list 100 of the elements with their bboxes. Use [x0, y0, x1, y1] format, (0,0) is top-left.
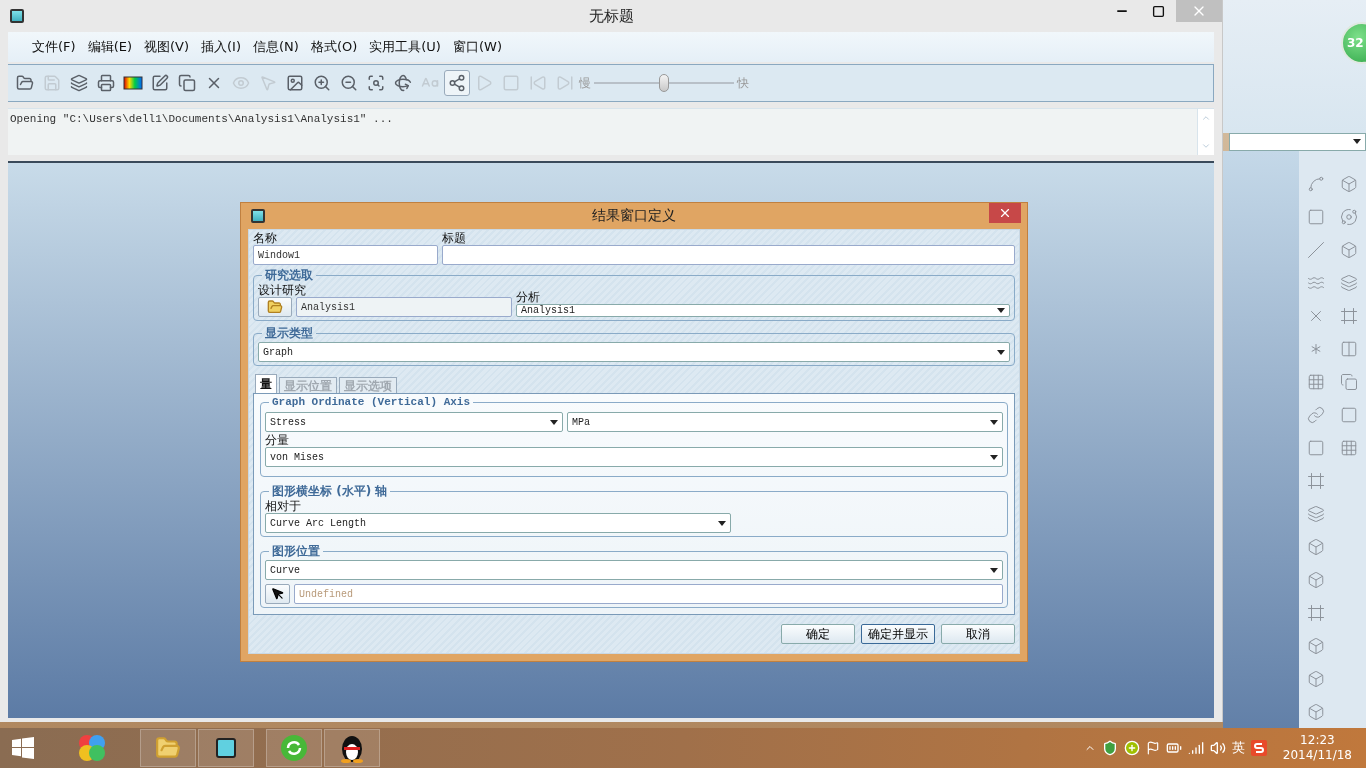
grid-icon[interactable]: [1340, 438, 1359, 457]
sogou-icon[interactable]: [1250, 740, 1267, 756]
menu-item[interactable]: 窗口(W): [446, 38, 508, 56]
menu-item[interactable]: 实用工具(U): [363, 38, 447, 56]
rainbow-icon: [123, 76, 143, 90]
name-field[interactable]: Window1: [253, 245, 438, 265]
open-folder-icon: [267, 299, 283, 315]
flag-icon[interactable]: [1145, 741, 1160, 755]
group-title: 图形位置: [271, 543, 321, 560]
open-folder-icon: [16, 74, 34, 92]
slow-label: 慢: [579, 74, 591, 92]
dialog-button[interactable]: 取消: [941, 624, 1015, 644]
box-icon[interactable]: [1306, 570, 1325, 589]
colorful-circles-icon[interactable]: [76, 732, 108, 764]
menu-item[interactable]: 视图(V): [138, 38, 196, 56]
caret-icon: [718, 520, 726, 526]
battery-icon[interactable]: [1165, 740, 1182, 756]
signal-icon[interactable]: [1187, 740, 1204, 756]
dropdown[interactable]: Curve Arc Length: [265, 513, 731, 533]
field-label: 名称: [253, 232, 278, 245]
windows-icon[interactable]: [12, 737, 34, 759]
dropdown[interactable]: Stress: [265, 412, 563, 432]
field-label: 分量: [265, 434, 290, 447]
box-icon[interactable]: [1340, 240, 1359, 259]
time-text: 12:23: [1300, 733, 1335, 748]
menu-item[interactable]: 插入(I): [195, 38, 247, 56]
zoom-in-icon: [313, 74, 331, 92]
speaker-icon[interactable]: [1209, 740, 1226, 756]
square-icon[interactable]: [1306, 438, 1325, 457]
dialog-button[interactable]: 确定并显示: [861, 624, 935, 644]
output-text: Opening "C:\Users\dell1\Documents\Analysis1\Analysis1" ...: [9, 112, 394, 127]
clock[interactable]: 12:23 2014/11/18: [1282, 733, 1352, 763]
refresh-circle-icon: [280, 734, 308, 762]
skip-back-icon: [529, 74, 547, 92]
taskbar-button[interactable]: [324, 729, 380, 767]
pointer-icon: [259, 74, 277, 92]
caret-icon: [990, 419, 998, 425]
columns-icon[interactable]: [1340, 339, 1359, 358]
window-title: 无标题: [588, 6, 634, 26]
copy-icon[interactable]: [1340, 372, 1359, 391]
eye-icon: [232, 74, 250, 92]
link-icon[interactable]: [1306, 405, 1325, 424]
folder-icon: [155, 735, 181, 761]
fast-label: 快: [737, 74, 749, 92]
tab[interactable]: 量: [255, 374, 277, 394]
dropdown[interactable]: Analysis1: [516, 304, 1010, 317]
square-icon[interactable]: [1340, 405, 1359, 424]
dialog-button[interactable]: 确定: [781, 624, 855, 644]
dropdown[interactable]: von Mises: [265, 447, 1003, 467]
image-icon: [286, 74, 304, 92]
layers-icon[interactable]: [1306, 504, 1325, 523]
dropdown[interactable]: MPa: [567, 412, 1003, 432]
menu-item[interactable]: 文件(F): [26, 38, 82, 56]
curve-icon[interactable]: [1306, 174, 1325, 193]
group-title: 图形横坐标 (水平) 轴: [271, 483, 389, 500]
save-icon: [43, 74, 61, 92]
scroll-down-icon[interactable]: [1201, 141, 1211, 151]
layers-icon[interactable]: [1340, 273, 1359, 292]
menu-item[interactable]: 格式(O): [304, 38, 364, 56]
taskbar-button[interactable]: [198, 729, 254, 767]
field-label: 相对于: [265, 500, 302, 513]
print-icon: [97, 74, 115, 92]
skip-forward-icon: [556, 74, 574, 92]
input-method-indicator[interactable]: 英: [1231, 739, 1245, 757]
group-title: Graph Ordinate (Vertical) Axis: [271, 396, 472, 408]
field-label: 分析: [516, 291, 541, 304]
dropdown[interactable]: Curve: [265, 560, 1003, 580]
selection-field[interactable]: Undefined: [294, 584, 1003, 604]
line-icon[interactable]: [1306, 240, 1325, 259]
stop-icon: [502, 74, 520, 92]
close-button[interactable]: [989, 203, 1021, 223]
shield-icon[interactable]: [1101, 740, 1118, 756]
toolbar-button[interactable]: [444, 70, 470, 96]
menu-item[interactable]: 信息(N): [247, 38, 305, 56]
orbit-icon[interactable]: [1340, 207, 1359, 226]
play-icon: [475, 74, 493, 92]
caret-icon: [990, 567, 998, 573]
zoom-out-icon: [340, 74, 358, 92]
penguin-icon: [340, 733, 364, 763]
box-icon[interactable]: [1306, 702, 1325, 721]
caret-icon: [550, 419, 558, 425]
browse-button[interactable]: [258, 297, 292, 317]
scroll-up-icon[interactable]: [1201, 113, 1211, 123]
dropdown[interactable]: Graph: [258, 342, 1010, 362]
box-icon[interactable]: [1306, 537, 1325, 556]
box-icon[interactable]: [1340, 174, 1359, 193]
grid-icon[interactable]: [1306, 372, 1325, 391]
slider-thumb[interactable]: [659, 74, 669, 92]
select-button[interactable]: [265, 584, 291, 604]
box-icon[interactable]: [1306, 636, 1325, 655]
field-label: 设计研究: [258, 284, 307, 297]
menu-item[interactable]: 编辑(E): [81, 38, 138, 56]
zoom-window-icon: [367, 74, 385, 92]
rotate-icon: [394, 74, 412, 92]
close-icon: [998, 206, 1012, 220]
date-text: 2014/11/18: [1282, 748, 1352, 763]
box-icon[interactable]: [1306, 669, 1325, 688]
title-field[interactable]: [442, 245, 1015, 265]
plus-icon[interactable]: [1123, 740, 1140, 756]
caret-icon: [997, 349, 1005, 355]
